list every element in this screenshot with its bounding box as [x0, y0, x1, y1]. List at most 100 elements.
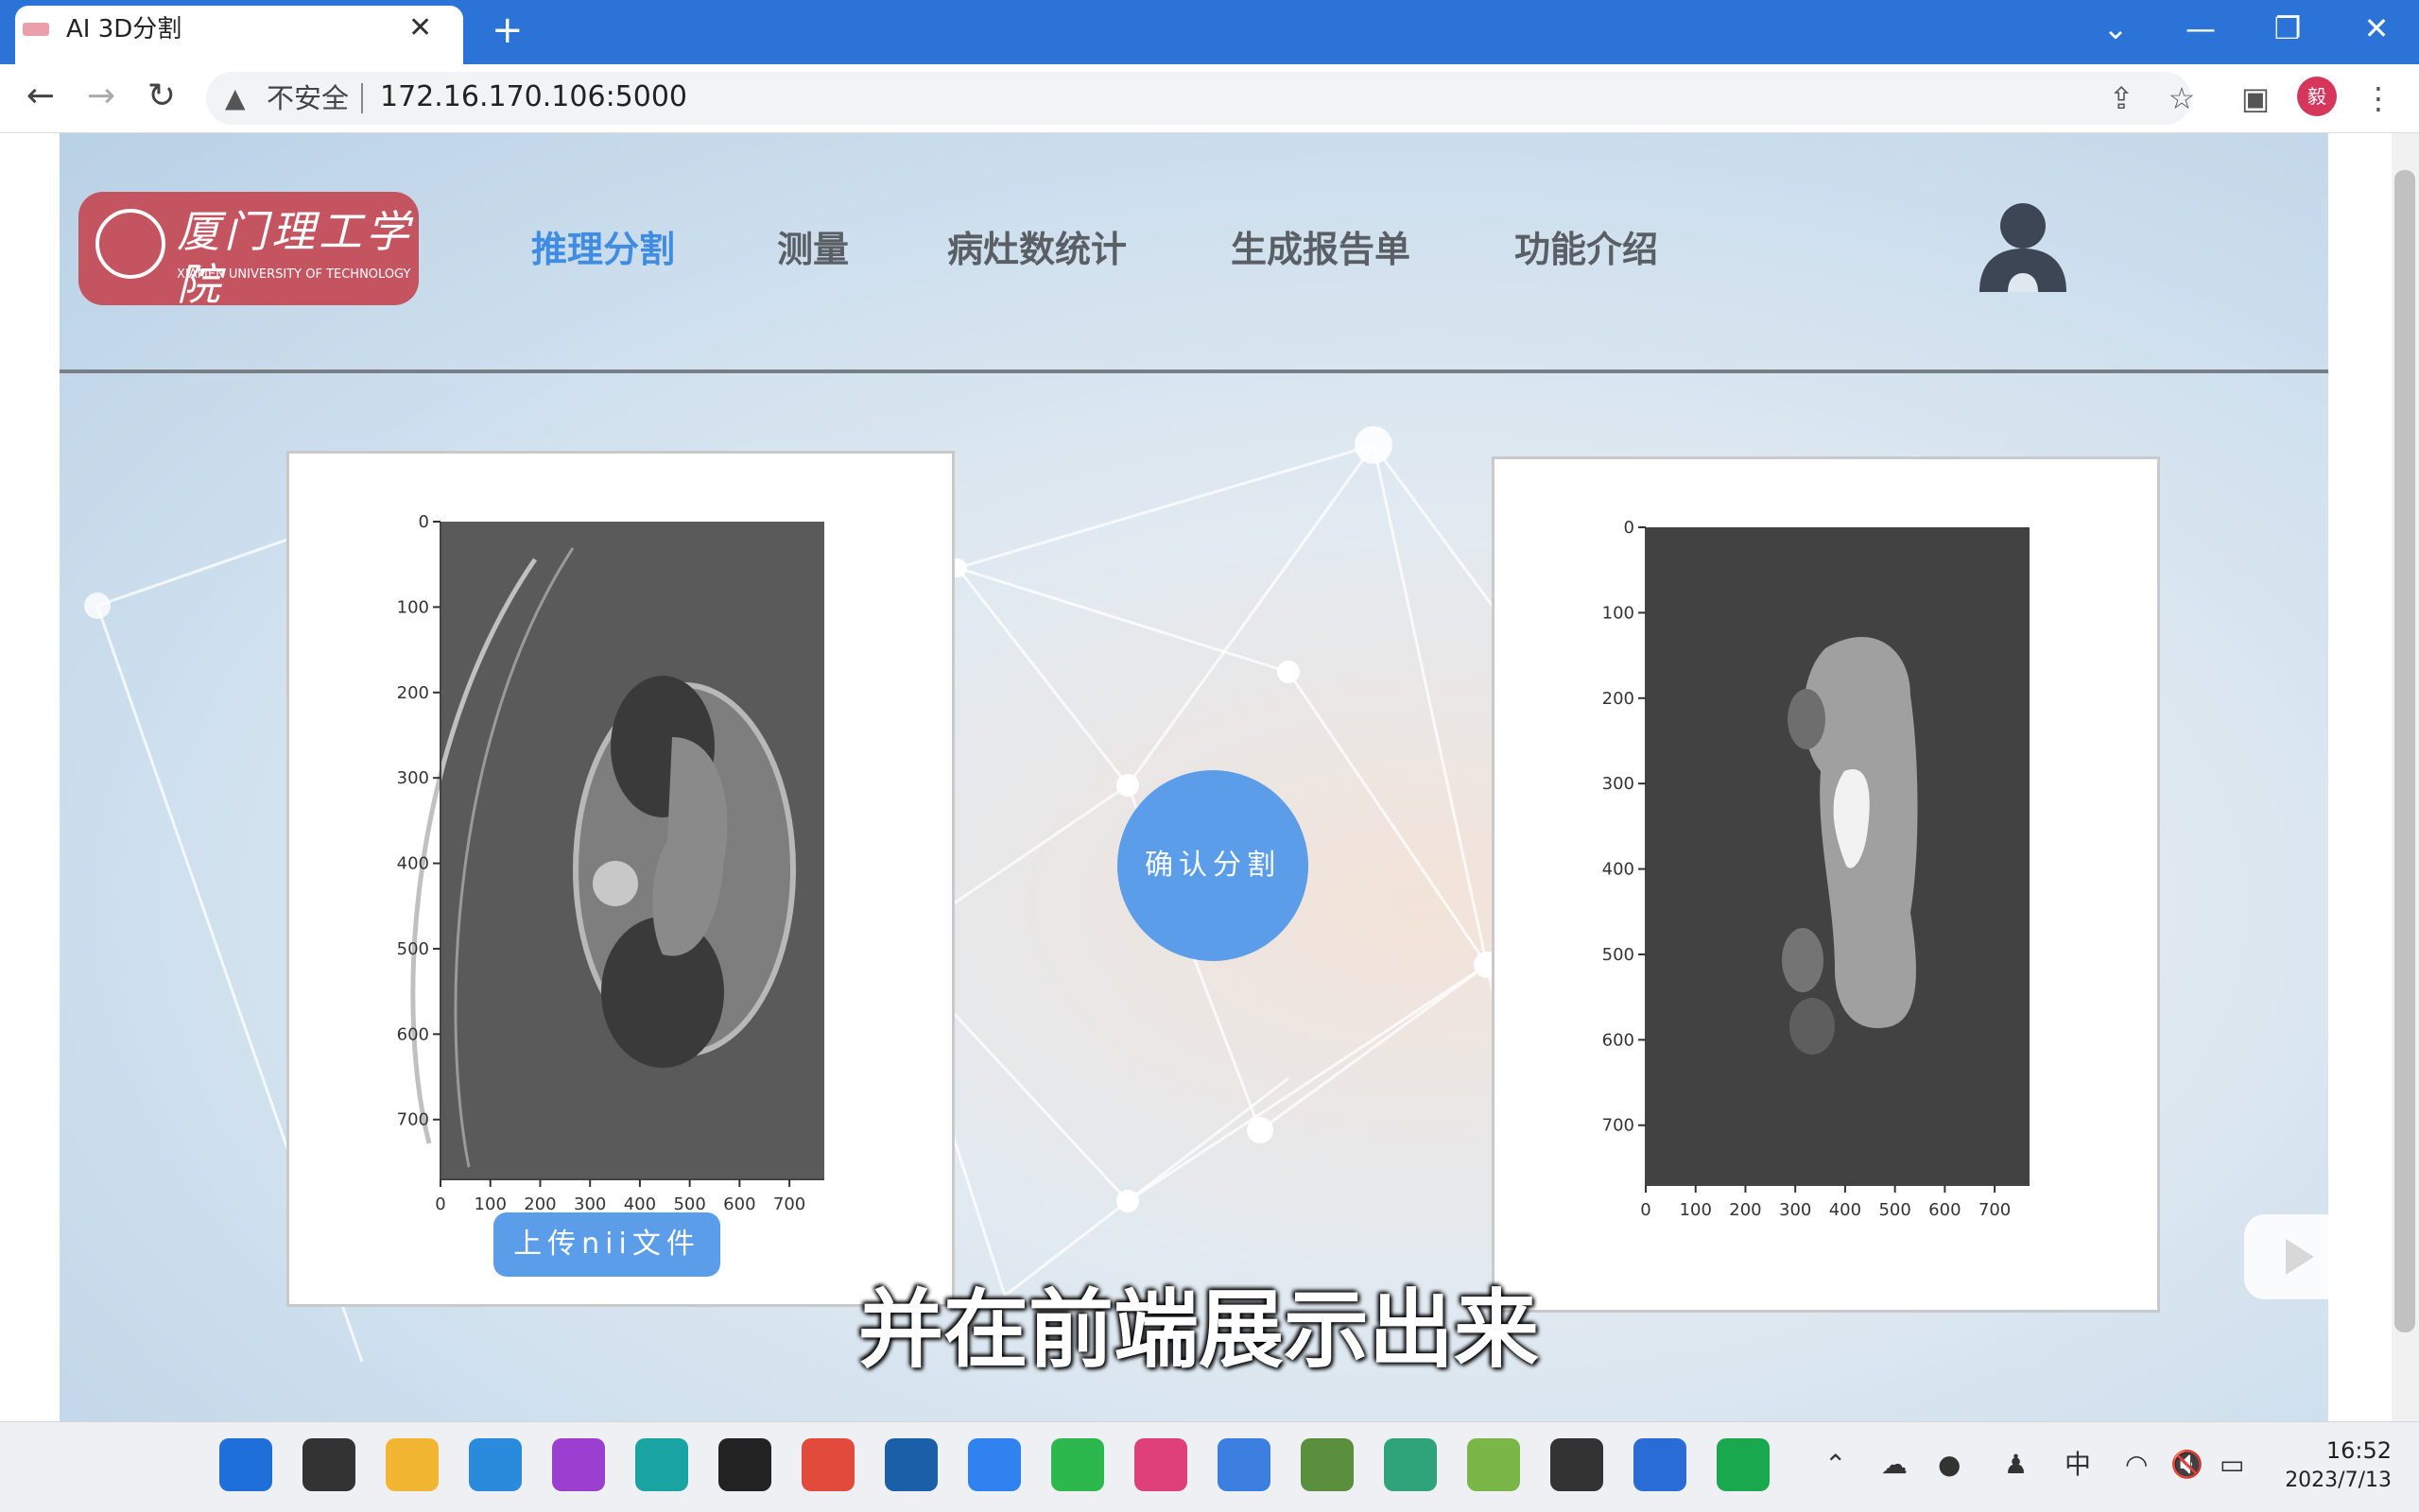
ct-y-tick-label: 500	[397, 939, 429, 959]
ct-y-tick-label: 200	[397, 683, 429, 703]
taskbar-wechat-icon[interactable]	[1051, 1438, 1104, 1491]
ct-y-tick-label: 100	[397, 597, 429, 617]
share-icon[interactable]: ⇪	[2100, 79, 2142, 117]
ct-x-tick-label: 600	[723, 1194, 755, 1214]
taskbar-qq-icon[interactable]	[718, 1438, 771, 1491]
logo-text: 厦门理工学院	[177, 206, 413, 310]
wechat-tray-icon[interactable]: ●	[1938, 1448, 1961, 1482]
taskbar-pycharm-icon[interactable]	[1717, 1438, 1770, 1491]
taskbar-app-circle-icon[interactable]	[885, 1438, 938, 1491]
profile-avatar[interactable]: 毅	[2297, 77, 2337, 116]
user-icon[interactable]	[1976, 199, 2070, 294]
taskbar-hex-editor-icon[interactable]	[552, 1438, 605, 1491]
ct-y-tick-label: 0	[419, 512, 429, 532]
ct-x-tick-label: 100	[475, 1194, 507, 1214]
input-language[interactable]: 中	[2065, 1448, 2091, 1482]
mask-x-tick-label: 200	[1729, 1200, 1761, 1220]
mask-x-tick-label: 600	[1928, 1200, 1961, 1220]
confirm-segmentation-button[interactable]: 确认分割	[1117, 770, 1308, 961]
favicon-icon	[21, 19, 53, 40]
battery-icon[interactable]: ▭	[2220, 1448, 2244, 1482]
bookmark-star-icon[interactable]: ☆	[2161, 79, 2203, 117]
ct-x-tick-label: 300	[574, 1194, 606, 1214]
nav-item-measurement[interactable]: 测量	[777, 226, 849, 273]
aorta	[593, 861, 638, 906]
ct-x-tick-label: 0	[435, 1194, 445, 1214]
mask-x-tick-label: 700	[1978, 1200, 2011, 1220]
volume-muted-icon[interactable]: 🔇	[2170, 1448, 2203, 1482]
taskbar-app-pink-icon[interactable]	[1134, 1438, 1187, 1491]
mask-organ-dark-3	[1789, 998, 1835, 1055]
mask-x-tick-label: 400	[1829, 1200, 1861, 1220]
mask-organ-dark-2	[1782, 928, 1823, 992]
warning-icon[interactable]: ▲	[225, 83, 246, 113]
page-viewport: 厦门理工学院 XIAMEN UNIVERSITY OF TECHNOLOGY 推…	[0, 133, 2392, 1421]
mask-y-tick-label: 100	[1602, 603, 1634, 623]
forward-icon[interactable]: →	[78, 76, 125, 117]
separator	[361, 83, 363, 113]
taskbar-vscode-icon[interactable]	[469, 1438, 522, 1491]
nav-item-feature-intro[interactable]: 功能介绍	[1514, 226, 1658, 273]
tab-search-icon[interactable]: ⌄	[2087, 8, 2144, 49]
close-window-icon[interactable]: ✕	[2348, 8, 2405, 49]
chevron-up-icon[interactable]: ⌃	[1824, 1448, 1846, 1482]
segmentation-plot: 0 100 200 300 400 500 600 700 0 100 200 300 400 500 60…	[1602, 518, 2030, 1220]
qq-tray-icon[interactable]: ♟	[2004, 1448, 2028, 1482]
taskbar	[0, 1421, 2419, 1512]
security-label[interactable]: 不安全	[267, 81, 349, 115]
minimize-icon[interactable]: —	[2172, 8, 2229, 49]
back-icon[interactable]: ←	[17, 76, 64, 117]
new-tab-button[interactable]: +	[492, 9, 524, 51]
mask-y-tick-label: 200	[1602, 689, 1634, 709]
url-text[interactable]: 172.16.170.106:5000	[380, 79, 687, 115]
mask-organ-dark-1	[1788, 689, 1825, 749]
clock-time[interactable]: 16:52	[2307, 1436, 2392, 1465]
ct-y-tick-label: 700	[397, 1110, 429, 1130]
side-panel-icon[interactable]: ▣	[2235, 79, 2276, 117]
restore-icon[interactable]: ❐	[2259, 8, 2316, 49]
ct-y-tick-label: 400	[397, 854, 429, 874]
play-video-icon[interactable]	[2244, 1214, 2348, 1299]
reload-icon[interactable]: ↻	[138, 76, 185, 117]
taskbar-chrome-icon[interactable]	[802, 1438, 855, 1491]
scrollbar-thumb[interactable]	[2394, 170, 2415, 1332]
ct-x-tick-label: 700	[773, 1194, 805, 1214]
taskbar-app-blue-icon[interactable]	[1633, 1438, 1686, 1491]
menu-icon[interactable]: ⋮	[2358, 79, 2399, 117]
ct-x-tick-label: 500	[673, 1194, 705, 1214]
taskbar-start-icon[interactable]	[219, 1438, 272, 1491]
cloud-icon[interactable]: ☁	[1881, 1448, 1908, 1482]
nav-item-inference-segmentation[interactable]: 推理分割	[531, 226, 675, 273]
taskbar-baidu-netdisk-icon[interactable]	[1218, 1438, 1270, 1491]
ct-slice-plot: 0 100 200 300 400 500 600 700 0 100 200 300 400 500 60…	[397, 512, 824, 1214]
mask-y-tick-label: 300	[1602, 774, 1634, 794]
taskbar-app-green-icon[interactable]	[1384, 1438, 1437, 1491]
taskbar-search-icon[interactable]	[302, 1438, 355, 1491]
nav-item-lesion-statistics[interactable]: 病灶数统计	[947, 226, 1127, 273]
taskbar-photos-icon[interactable]	[1301, 1438, 1354, 1491]
taskbar-feishu-icon[interactable]	[968, 1438, 1021, 1491]
taskbar-notepad-icon[interactable]	[1467, 1438, 1520, 1491]
ct-y-tick-label: 300	[397, 768, 429, 788]
mask-y-tick-label: 700	[1602, 1116, 1634, 1136]
tab-close-icon[interactable]: ✕	[408, 11, 432, 45]
mask-y-tick-label: 600	[1602, 1030, 1634, 1050]
nav-item-generate-report[interactable]: 生成报告单	[1231, 226, 1410, 273]
taskbar-terminal-icon[interactable]	[1550, 1438, 1603, 1491]
mask-x-tick-label: 300	[1779, 1200, 1811, 1220]
segmentation-panel: 0 100 200 300 400 500 600 700 0 100 200 300 400 500 60…	[1492, 456, 2160, 1313]
mask-y-tick-label: 0	[1624, 518, 1634, 538]
wifi-icon[interactable]: ◠	[2125, 1448, 2148, 1482]
taskbar-edge-icon[interactable]	[635, 1438, 688, 1491]
ct-x-tick-label: 400	[624, 1194, 656, 1214]
mask-x-tick-label: 100	[1680, 1200, 1712, 1220]
ct-image-panel: 0 100 200 300 400 500 600 700 0 100 200 300 400 500 60…	[286, 451, 955, 1307]
university-logo[interactable]: 厦门理工学院 XIAMEN UNIVERSITY OF TECHNOLOGY	[78, 192, 419, 310]
ct-y-tick-label: 600	[397, 1024, 429, 1044]
upload-nii-button[interactable]: 上传nii文件	[493, 1212, 720, 1277]
mask-y-tick-label: 400	[1602, 860, 1634, 880]
video-subtitle: 并在前端展示出来	[858, 1280, 1539, 1380]
clock-date[interactable]: 2023/7/13	[2265, 1467, 2392, 1495]
taskbar-file-explorer-icon[interactable]	[386, 1438, 439, 1491]
mask-y-tick-label: 500	[1602, 945, 1634, 965]
